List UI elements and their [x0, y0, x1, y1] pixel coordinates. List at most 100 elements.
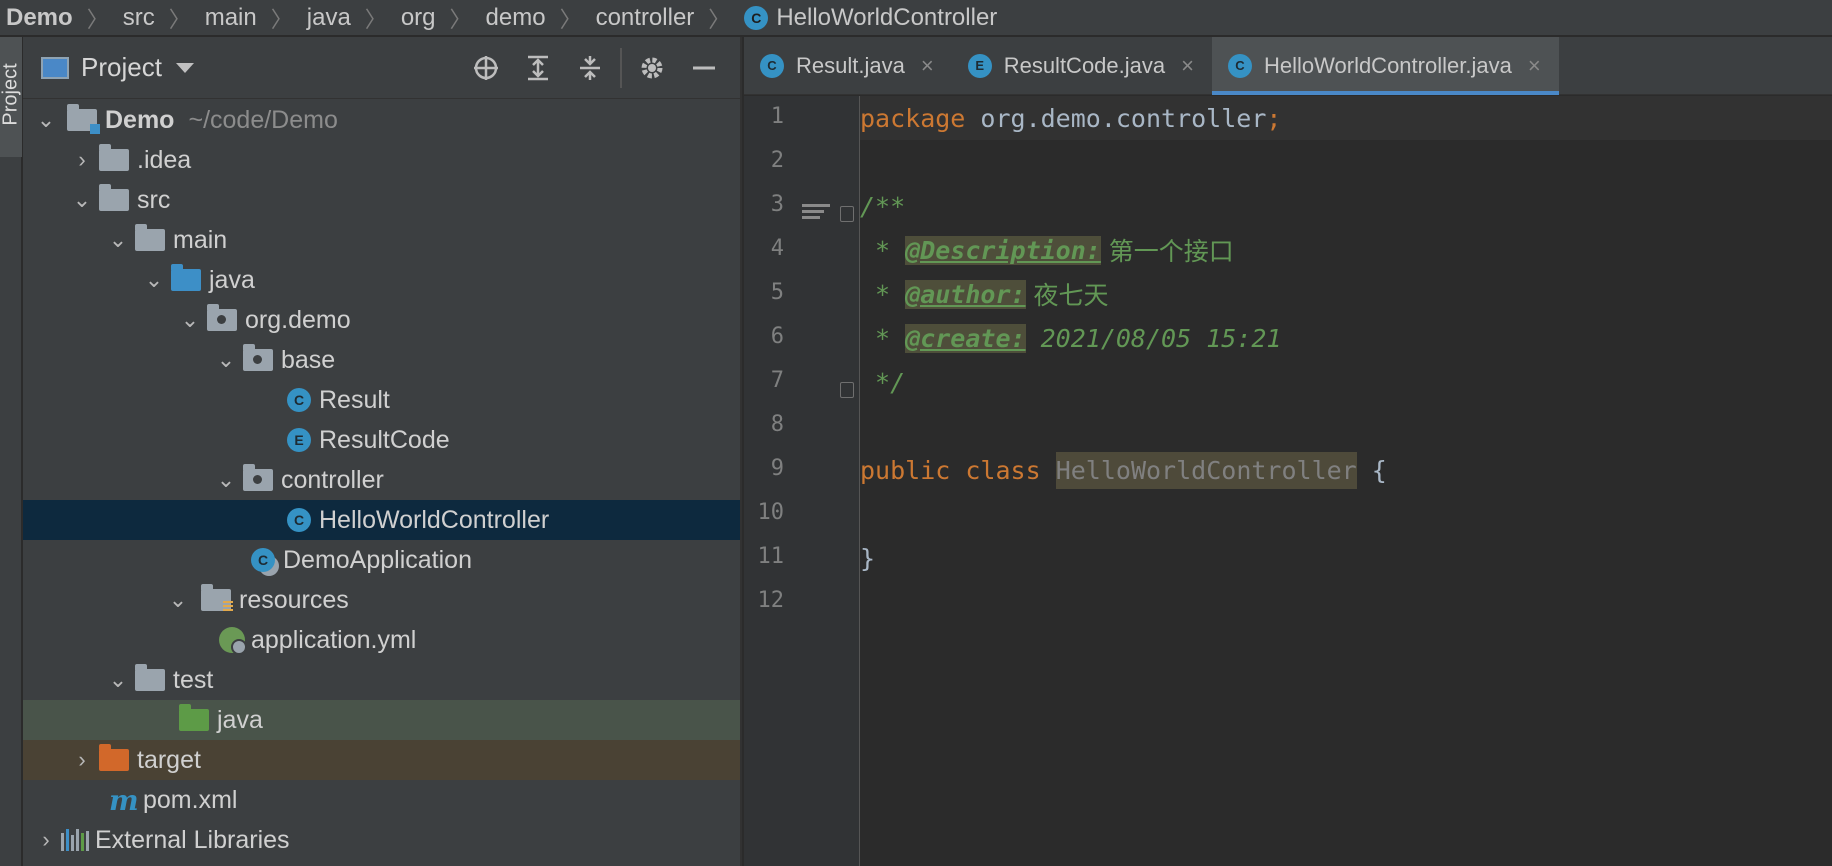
chevron-right-icon[interactable]: › [67, 747, 97, 773]
maven-icon: m [109, 783, 139, 817]
tree-item-demo[interactable]: ⌄ Demo ~/code/Demo [23, 100, 740, 140]
tree-item-pom-xml[interactable]: m pom.xml [23, 780, 740, 820]
excluded-folder-icon [99, 744, 129, 771]
breadcrumb-separator: 〉 [559, 6, 582, 32]
code-area[interactable]: package org.demo.controller; /** * @Desc… [860, 96, 1832, 866]
keyword-token: package [860, 103, 966, 133]
tree-item-label: External Libraries [95, 825, 290, 854]
tree-item-idea[interactable]: › .idea [23, 140, 740, 180]
enum-icon: E [967, 54, 992, 78]
project-tool-tab-label: Project [0, 63, 22, 126]
breadcrumb-item[interactable]: main [205, 4, 257, 32]
tree-item-label: .idea [137, 145, 192, 174]
code-line-3: /** [860, 184, 905, 228]
tree-item-result[interactable]: C Result [23, 380, 740, 420]
chevron-down-icon[interactable]: ⌄ [175, 307, 205, 333]
chevron-down-icon[interactable]: ⌄ [211, 467, 241, 493]
comment-close: */ [860, 367, 906, 397]
folder-icon [135, 664, 165, 691]
tree-item-resultcode[interactable]: E ResultCode [23, 420, 740, 460]
project-view-selector[interactable]: Project [81, 52, 162, 83]
tree-item-test-java[interactable]: java [23, 700, 740, 740]
folder-icon [135, 224, 165, 251]
chevron-down-icon[interactable]: ⌄ [31, 107, 61, 133]
tree-item-src[interactable]: ⌄ src [23, 180, 740, 220]
test-source-folder-icon [179, 704, 209, 731]
locate-icon[interactable] [460, 45, 512, 91]
fold-end-icon[interactable] [840, 382, 854, 398]
chevron-down-icon[interactable]: ⌄ [163, 587, 193, 613]
tab-label: ResultCode.java [1003, 53, 1166, 78]
resources-folder-icon [201, 584, 233, 613]
close-icon[interactable]: × [1528, 53, 1541, 79]
editor-gutter: 1 2 3 4 5 6 7 8 9 10 11 12 [744, 96, 860, 866]
tree-item-test[interactable]: ⌄ test [23, 660, 740, 700]
tree-item-application-yml[interactable]: application.yml [23, 620, 740, 660]
fold-collapse-icon[interactable] [840, 206, 854, 222]
tree-item-external-libraries[interactable]: › External Libraries [23, 820, 740, 860]
tree-item-demoapplication[interactable]: C DemoApplication [23, 540, 740, 580]
breadcrumb-item-current[interactable]: C HelloWorldController [744, 4, 997, 32]
line-number: 8 [770, 412, 784, 437]
tree-item-controller[interactable]: ⌄ controller [23, 460, 740, 500]
hide-icon[interactable] [678, 45, 730, 91]
breadcrumb-item[interactable]: Demo [6, 4, 73, 32]
tree-item-label: target [137, 745, 201, 774]
tree-item-org-demo[interactable]: ⌄ org.demo [23, 300, 740, 340]
chevron-down-icon[interactable] [175, 62, 194, 73]
tree-item-label: ResultCode [319, 425, 450, 454]
class-name-token: HelloWorldController [1055, 451, 1357, 489]
chevron-down-icon[interactable]: ⌄ [103, 227, 133, 253]
tree-item-label: HelloWorldController [319, 505, 550, 534]
project-tool-tab[interactable]: Project [0, 37, 22, 157]
tab-helloworldcontroller-java[interactable]: C HelloWorldController.java × [1212, 37, 1559, 95]
tree-item-resources[interactable]: ⌄ resources [23, 580, 740, 620]
editor: C Result.java × E ResultCode.java × C He… [744, 37, 1832, 866]
tree-item-helloworldcontroller[interactable]: C HelloWorldController [23, 500, 740, 540]
comment-star: * [860, 279, 906, 309]
tab-result-java[interactable]: C Result.java × [744, 37, 952, 95]
breadcrumb-item[interactable]: org [401, 4, 436, 32]
line-number: 11 [757, 544, 785, 569]
line-number: 12 [757, 588, 785, 613]
close-icon[interactable]: × [1181, 53, 1194, 79]
folder-icon [99, 144, 129, 171]
line-number: 6 [770, 324, 784, 349]
breadcrumb-separator: 〉 [449, 6, 472, 32]
code-line-7: */ [860, 360, 905, 404]
close-icon[interactable]: × [921, 53, 934, 79]
doc-tag: @Description: [905, 235, 1101, 265]
line-number: 7 [770, 368, 784, 393]
settings-icon[interactable] [626, 45, 678, 91]
breadcrumb-item[interactable]: controller [596, 4, 695, 32]
line-number: 1 [770, 104, 784, 129]
breadcrumb-separator: 〉 [708, 6, 731, 32]
breadcrumb-label: HelloWorldController [776, 3, 998, 31]
tree-item-main[interactable]: ⌄ main [23, 220, 740, 260]
tree-item-java[interactable]: ⌄ java [23, 260, 740, 300]
breadcrumb-item[interactable]: src [123, 4, 155, 32]
tab-resultcode-java[interactable]: E ResultCode.java × [952, 37, 1212, 95]
rendered-doc-icon[interactable] [802, 204, 830, 226]
tree-item-label: test [173, 665, 214, 694]
line-number: 5 [770, 280, 784, 305]
class-icon: C [1228, 54, 1252, 78]
comment-star: * [860, 235, 906, 265]
chevron-down-icon[interactable]: ⌄ [103, 667, 133, 693]
chevron-down-icon[interactable]: ⌄ [67, 187, 97, 213]
chevron-right-icon[interactable]: › [67, 147, 97, 173]
tab-label: HelloWorldController.java [1264, 53, 1512, 78]
expand-all-icon[interactable] [512, 45, 564, 91]
tree-item-label: DemoApplication [283, 545, 472, 574]
breadcrumb-item[interactable]: demo [486, 4, 546, 32]
tree-item-base[interactable]: ⌄ base [23, 340, 740, 380]
chevron-right-icon[interactable]: › [31, 827, 61, 853]
chevron-down-icon[interactable]: ⌄ [139, 267, 169, 293]
chevron-down-icon[interactable]: ⌄ [211, 347, 241, 373]
tree-item-label: pom.xml [143, 785, 238, 814]
collapse-all-icon[interactable] [564, 45, 616, 91]
breadcrumb-item[interactable]: java [307, 4, 351, 32]
tree-item-target[interactable]: › target [23, 740, 740, 780]
spring-boot-class-icon: C [251, 548, 275, 572]
doc-tag: @author: [905, 279, 1026, 309]
